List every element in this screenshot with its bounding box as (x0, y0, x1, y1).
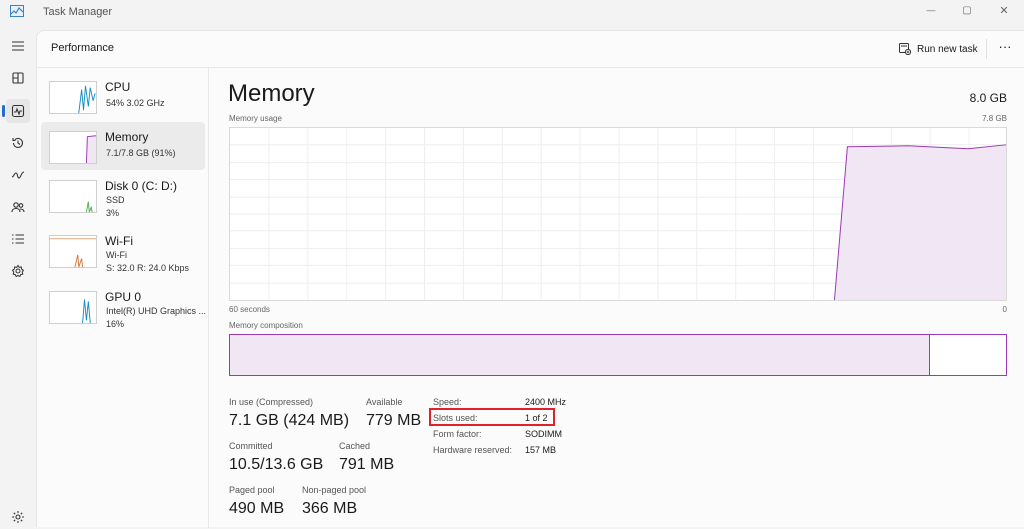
services-icon (11, 264, 25, 278)
resource-item-wifi[interactable]: Wi-Fi Wi-Fi S: 32.0 R: 24.0 Kbps (41, 226, 205, 274)
more-options-button[interactable]: ··· (993, 38, 1017, 60)
paged-pool-label: Paged pool (229, 485, 275, 495)
resource-detail: 3% (106, 208, 120, 218)
run-new-task-button[interactable]: Run new task (895, 38, 982, 60)
nav-item-performance[interactable] (2, 99, 30, 123)
resource-detail: 54% 3.02 GHz (106, 98, 165, 108)
nav-menu-toggle[interactable] (6, 34, 30, 58)
header-divider (986, 39, 987, 59)
resource-detail: Intel(R) UHD Graphics ... (106, 306, 207, 316)
title-bar: Task Manager — ▢ ✕ (0, 0, 1024, 26)
more-options-icon: ··· (998, 39, 1012, 54)
maximize-icon: ▢ (962, 4, 972, 16)
hardware-reserved-value: 157 MB (525, 445, 557, 455)
resource-item-cpu[interactable]: CPU 54% 3.02 GHz (41, 72, 205, 120)
task-manager-app-icon (10, 5, 24, 17)
resource-detail: 16% (106, 319, 125, 329)
committed-value: 10.5/13.6 GB (229, 456, 324, 473)
memory-title: Memory (228, 80, 315, 107)
available-label: Available (366, 397, 403, 407)
memory-composition-label: Memory composition (229, 321, 303, 330)
nav-item-startup-apps[interactable] (6, 163, 30, 187)
hardware-reserved-label: Hardware reserved: (433, 445, 513, 455)
resource-name: Memory (105, 130, 149, 144)
nav-item-settings[interactable] (6, 505, 30, 529)
memory-thumbnail-graph (49, 131, 97, 164)
close-icon: ✕ (999, 4, 1009, 17)
speed-label: Speed: (433, 397, 462, 407)
form-factor-label: Form factor: (433, 429, 482, 439)
paged-pool-value: 490 MB (229, 500, 285, 517)
graph-time-end: 0 (1002, 305, 1007, 314)
resource-item-gpu[interactable]: GPU 0 Intel(R) UHD Graphics ... 16% (41, 282, 207, 330)
resource-list: CPU 54% 3.02 GHz Memory 7.1/7.8 GB (91%)… (41, 68, 209, 528)
gpu-thumbnail-graph (49, 291, 97, 324)
in-use-value: 7.1 GB (424 MB) (229, 412, 350, 429)
page-title: Performance (51, 42, 114, 54)
resource-name: Disk 0 (C: D:) (105, 179, 177, 193)
in-use-label: In use (Compressed) (229, 397, 314, 407)
processes-icon (12, 72, 24, 84)
slots-used-highlight (429, 408, 555, 426)
disk-thumbnail-graph (49, 180, 97, 213)
nav-item-services[interactable] (6, 259, 30, 283)
non-paged-pool-label: Non-paged pool (302, 485, 367, 495)
maximize-button[interactable]: ▢ (949, 0, 985, 20)
memory-usage-graph (229, 127, 1007, 301)
nav-item-users[interactable] (6, 195, 30, 219)
wifi-thumbnail-graph (49, 235, 97, 268)
cached-label: Cached (339, 441, 371, 451)
resource-item-disk[interactable]: Disk 0 (C: D:) SSD 3% (41, 171, 205, 219)
nav-item-details[interactable] (6, 227, 30, 251)
resource-item-memory[interactable]: Memory 7.1/7.8 GB (91%) (41, 122, 205, 170)
run-task-icon (899, 43, 911, 55)
memory-total: 8.0 GB (969, 91, 1007, 105)
content-area: Performance Run new task ··· CPU 54% 3.0… (36, 30, 1024, 528)
memory-usage-area (834, 144, 1006, 300)
cpu-thumbnail-graph (49, 81, 97, 114)
nav-item-processes[interactable] (6, 66, 30, 90)
minimize-button[interactable]: — (913, 0, 949, 20)
users-icon (11, 202, 25, 213)
non-paged-pool-value: 366 MB (302, 500, 358, 517)
committed-label: Committed (229, 441, 273, 451)
run-new-task-label: Run new task (917, 43, 978, 55)
memory-usage-label: Memory usage (229, 114, 282, 123)
graph-time-start: 60 seconds (229, 305, 270, 314)
cached-value: 791 MB (339, 456, 395, 473)
task-manager-window: Task Manager — ▢ ✕ Performance Run new t… (0, 0, 1024, 528)
navigation-rail (0, 26, 36, 527)
details-icon (12, 234, 24, 244)
resource-detail: 7.1/7.8 GB (91%) (106, 148, 176, 158)
resource-name: GPU 0 (105, 290, 142, 304)
resource-name: Wi-Fi (105, 234, 133, 248)
performance-icon (11, 104, 25, 118)
hamburger-menu-icon (12, 41, 24, 51)
resource-detail: SSD (106, 195, 125, 205)
available-value: 779 MB (366, 412, 422, 429)
settings-icon (12, 511, 24, 523)
window-title: Task Manager (43, 6, 113, 18)
speed-value: 2400 MHz (525, 397, 567, 407)
resource-detail: S: 32.0 R: 24.0 Kbps (106, 263, 190, 273)
memory-composition-in-use (230, 335, 930, 375)
resource-detail: Wi-Fi (106, 250, 127, 260)
startup-apps-icon (11, 171, 25, 179)
app-history-icon (12, 137, 24, 149)
minimize-icon: — (926, 5, 936, 15)
form-factor-value: SODIMM (525, 429, 562, 439)
close-button[interactable]: ✕ (986, 0, 1022, 20)
nav-item-app-history[interactable] (6, 131, 30, 155)
memory-composition-bar (229, 334, 1007, 376)
memory-usage-max: 7.8 GB (982, 114, 1007, 123)
resource-name: CPU (105, 80, 131, 94)
